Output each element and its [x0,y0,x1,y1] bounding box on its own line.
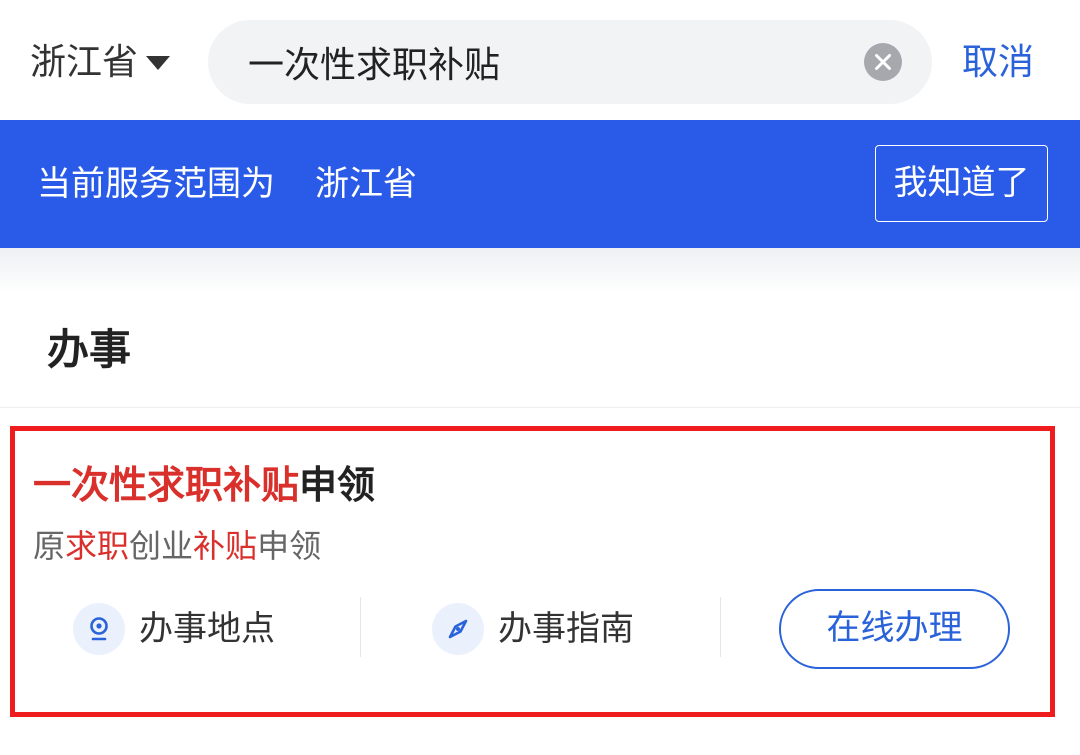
banner-shadow [0,248,1080,294]
online-handle-button[interactable]: 在线办理 [779,589,1010,669]
dismiss-banner-button[interactable]: 我知道了 [875,145,1048,222]
action-divider [720,597,721,657]
subtitle-part-highlight: 求职 [65,527,130,565]
province-label: 浙江省 [30,42,139,83]
action-divider [360,597,361,657]
banner-message: 当前服务范围为 浙江省 [37,158,417,210]
guide-action[interactable]: 办事指南 [432,601,634,657]
province-selector[interactable]: 浙江省 [30,38,171,88]
location-action[interactable]: 办事地点 [73,601,275,657]
guide-label: 办事指南 [498,609,634,649]
clear-circle-icon[interactable] [864,43,902,81]
service-scope-banner: 当前服务范围为 浙江省 我知道了 [0,120,1080,248]
search-box[interactable] [208,20,932,104]
subtitle-part-highlight: 补贴 [193,527,258,565]
caret-down-icon [146,56,171,70]
cancel-button[interactable]: 取消 [962,38,1034,88]
compass-icon [432,603,484,655]
subtitle-part: 创业 [129,527,194,565]
result-card[interactable]: 一次性求职补贴申领 原求职创业补贴申领 办事地点 办事指南 在线办理 [10,426,1055,717]
section-title: 办事 [47,325,132,374]
banner-scope: 浙江省 [315,164,417,204]
result-title-highlight: 一次性求职补贴 [33,463,300,507]
banner-prefix: 当前服务范围为 [37,164,275,204]
result-title-rest: 申领 [299,463,376,507]
subtitle-part: 原 [33,527,66,565]
subtitle-part: 申领 [257,527,322,565]
result-title[interactable]: 一次性求职补贴申领 [33,459,375,511]
location-label: 办事地点 [139,609,275,649]
search-input[interactable] [248,20,848,104]
search-bar: 浙江省 取消 [0,0,1080,120]
section-divider [0,407,1080,408]
location-pin-icon [73,603,125,655]
result-subtitle: 原求职创业补贴申领 [33,523,321,569]
